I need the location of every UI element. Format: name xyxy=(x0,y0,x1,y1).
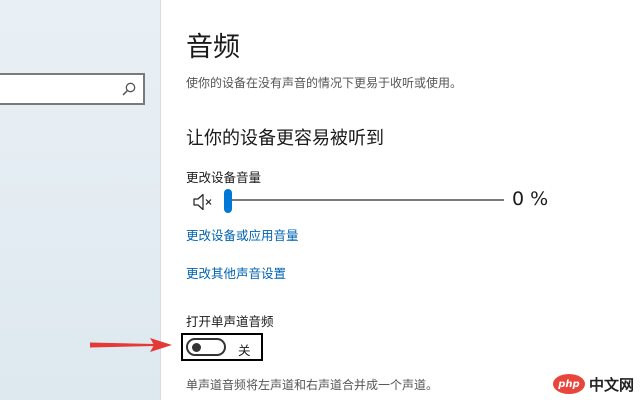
settings-window: 音频 使你的设备在没有声音的情况下更易于收听或使用。 让你的设备更容易被听到 更… xyxy=(0,0,640,400)
page-title: 音频 xyxy=(186,32,240,63)
annotation-arrow-icon xyxy=(90,338,172,352)
other-sound-settings-link[interactable]: 更改其他声音设置 xyxy=(186,263,286,282)
watermark: php 中文网 xyxy=(552,372,634,396)
watermark-text: 中文网 xyxy=(588,375,634,394)
watermark-logo: php xyxy=(552,374,585,394)
mono-audio-label: 打开单声道音频 xyxy=(186,314,274,329)
mono-audio-toggle[interactable] xyxy=(186,338,226,356)
search-icon[interactable] xyxy=(121,81,137,97)
section-heading: 让你的设备更容易被听到 xyxy=(186,128,384,149)
search-input[interactable] xyxy=(0,73,145,105)
toggle-knob xyxy=(192,343,201,352)
mono-audio-toggle-focus: 关 xyxy=(181,333,263,361)
page-description: 使你的设备在没有声音的情况下更易于收听或使用。 xyxy=(186,76,463,90)
speaker-mute-icon[interactable] xyxy=(192,192,214,212)
volume-slider-track[interactable] xyxy=(228,199,504,201)
toggle-state-text: 关 xyxy=(238,343,251,358)
volume-slider-label: 更改设备音量 xyxy=(186,170,262,185)
volume-slider-thumb[interactable] xyxy=(224,189,232,213)
change-app-volume-link[interactable]: 更改设备或应用音量 xyxy=(186,225,299,244)
mono-audio-description: 单声道音频将左声道和右声道合并成一个声道。 xyxy=(186,378,439,392)
volume-value: 0 % xyxy=(512,188,549,210)
